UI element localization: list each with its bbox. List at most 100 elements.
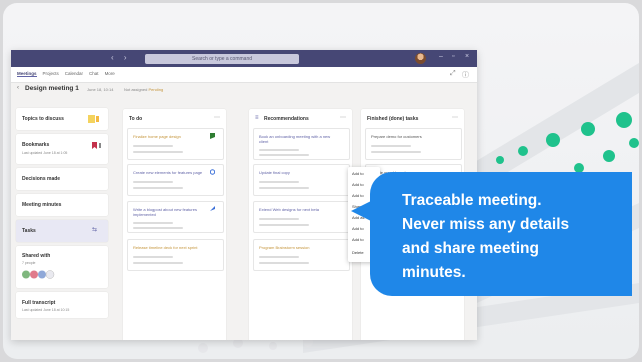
placeholder-line (371, 151, 421, 153)
list-item[interactable]: Prepare demo for customers (365, 128, 462, 160)
more-icon[interactable]: ⋯ (214, 114, 220, 121)
tab-projects[interactable]: Projects (43, 71, 59, 77)
menu-item[interactable]: Add to (352, 193, 364, 198)
search-input[interactable]: Search or type a command (145, 54, 299, 64)
bookmark-icon (92, 142, 101, 149)
column-recommendations: ≡ Recommendations ⋯ Book an onboarding m… (249, 109, 352, 340)
task-title: Prepare demo for customers (371, 134, 422, 139)
info-icon[interactable]: ⓘ (462, 70, 469, 80)
placeholder-line (259, 187, 309, 189)
sidebar-item-sublabel: Last updated June 18 at 10:15 (22, 308, 70, 312)
sidebar-item-decisions[interactable]: Decisions made (16, 168, 108, 190)
task-title: Book an onboarding meeting with a new cl… (259, 134, 331, 144)
callout-line-4: minutes. (402, 264, 466, 281)
task-title: Finalize home page design (133, 134, 181, 139)
page-title: Design meeting 1 (25, 85, 79, 92)
menu-item[interactable]: Add to (352, 237, 364, 242)
sidebar-item-topics[interactable]: Topics to discuss (16, 108, 108, 130)
sidebar-item-label: Meeting minutes (22, 202, 62, 208)
list-icon: ≡ (255, 115, 259, 121)
list-item[interactable]: Write a blogpost about new features impl… (127, 201, 224, 233)
placeholder-line (133, 181, 173, 183)
list-item[interactable]: Update final copy (253, 164, 350, 196)
task-title: Create new elements for features page (133, 170, 203, 175)
placeholder-line (133, 151, 183, 153)
placeholder-line (133, 227, 183, 229)
placeholder-line (259, 149, 299, 151)
note-icon (88, 115, 99, 123)
placeholder-line (259, 224, 309, 226)
column-title: Recommendations (264, 116, 309, 122)
avatar-group (22, 270, 55, 279)
sidebar-item-tasks[interactable]: Tasks ⇆ (16, 220, 108, 242)
placeholder-line (133, 262, 183, 264)
menu-item[interactable]: Add to (352, 226, 364, 231)
placeholder-line (259, 154, 309, 156)
placeholder-line (259, 218, 299, 220)
meeting-status: Not assigned Pending (124, 87, 163, 92)
tab-calendar[interactable]: Calendar (65, 71, 83, 77)
column-title: To do (129, 116, 143, 122)
column-todo: To do ⋯ Finalize home page design Create… (123, 109, 226, 340)
list-item[interactable]: Release timeline deck for next sprint (127, 239, 224, 271)
list-item[interactable]: Extend Web designs for next beta (253, 201, 350, 233)
pin-icon (210, 206, 215, 211)
placeholder-line (371, 145, 411, 147)
sidebar-item-label: Decisions made (22, 176, 61, 182)
task-title: Update final copy (259, 170, 290, 175)
avatar[interactable] (415, 53, 426, 64)
callout-line-2: Never miss any details (402, 216, 570, 233)
placeholder-line (133, 187, 183, 189)
list-item[interactable]: Create new elements for features page (127, 164, 224, 196)
expand-icon[interactable]: ⤢ (450, 70, 456, 78)
menu-item[interactable]: Delete (352, 250, 364, 255)
sidebar-item-sublabel: Last updated June 18 at 1:05 (22, 151, 68, 155)
placeholder-line (133, 256, 173, 258)
task-title: Program Brainstorm session (259, 245, 310, 250)
task-title: Write a blogpost about new features impl… (133, 207, 197, 217)
sidebar-item-label: Topics to discuss (22, 116, 64, 122)
refresh-icon (210, 169, 215, 175)
sidebar-item-sublabel: 7 people (22, 261, 36, 265)
list-item[interactable]: Program Brainstorm session (253, 239, 350, 271)
back-icon[interactable]: ‹ (17, 85, 19, 91)
nav-arrows-icon[interactable]: ‹ › (111, 53, 131, 62)
sidebar-item-label: Full transcript (22, 300, 56, 306)
status-label: Not assigned (124, 87, 148, 92)
sidebar-item-shared[interactable]: Shared with 7 people (16, 246, 108, 288)
meeting-date: June 18, 10:14 (87, 87, 114, 92)
status-value: Pending (148, 87, 164, 92)
maximize-icon[interactable]: ▫ (452, 53, 454, 60)
sidebar-item-bookmarks[interactable]: Bookmarks Last updated June 18 at 1:05 (16, 134, 108, 164)
promo-frame: ‹ › Search or type a command – ▫ × Meeti… (3, 3, 639, 359)
menu-item[interactable]: Add to (352, 171, 364, 176)
sidebar-item-label: Tasks (22, 228, 36, 234)
more-icon[interactable]: ⋯ (340, 114, 346, 121)
sidebar-item-label: Shared with (22, 253, 51, 259)
callout-banner: Traceable meeting. Never miss any detail… (370, 172, 632, 296)
placeholder-line (259, 262, 309, 264)
flag-icon (210, 133, 215, 139)
tab-more[interactable]: More (105, 71, 115, 77)
menu-item[interactable]: Add to (352, 182, 364, 187)
tab-chat[interactable]: Chat (89, 71, 99, 77)
column-title: Finished (done) tasks (367, 116, 419, 122)
placeholder-line (259, 256, 299, 258)
placeholder-line (133, 145, 173, 147)
placeholder-line (133, 222, 173, 224)
task-title: Release timeline deck for next sprint (133, 245, 198, 250)
tabs-bar: Meetings Projects Calendar Chat More ⤢ ⓘ (11, 67, 477, 83)
callout-line-1: Traceable meeting. (402, 192, 542, 209)
sidebar-item-transcript[interactable]: Full transcript Last updated June 18 at … (16, 292, 108, 318)
sidebar-item-minutes[interactable]: Meeting minutes (16, 194, 108, 216)
tab-meetings[interactable]: Meetings (17, 71, 37, 77)
meeting-header: ‹ Design meeting 1 June 18, 10:14 Not as… (11, 82, 477, 96)
list-item[interactable]: Finalize home page design (127, 128, 224, 160)
list-item[interactable]: Book an onboarding meeting with a new cl… (253, 128, 350, 160)
task-title: Extend Web designs for next beta (259, 207, 319, 212)
more-icon[interactable]: ⋯ (452, 114, 458, 121)
sidebar-item-label: Bookmarks (22, 142, 50, 148)
minimize-icon[interactable]: – (439, 53, 443, 60)
tasks-icon: ⇆ (92, 227, 98, 233)
close-icon[interactable]: × (465, 53, 469, 60)
